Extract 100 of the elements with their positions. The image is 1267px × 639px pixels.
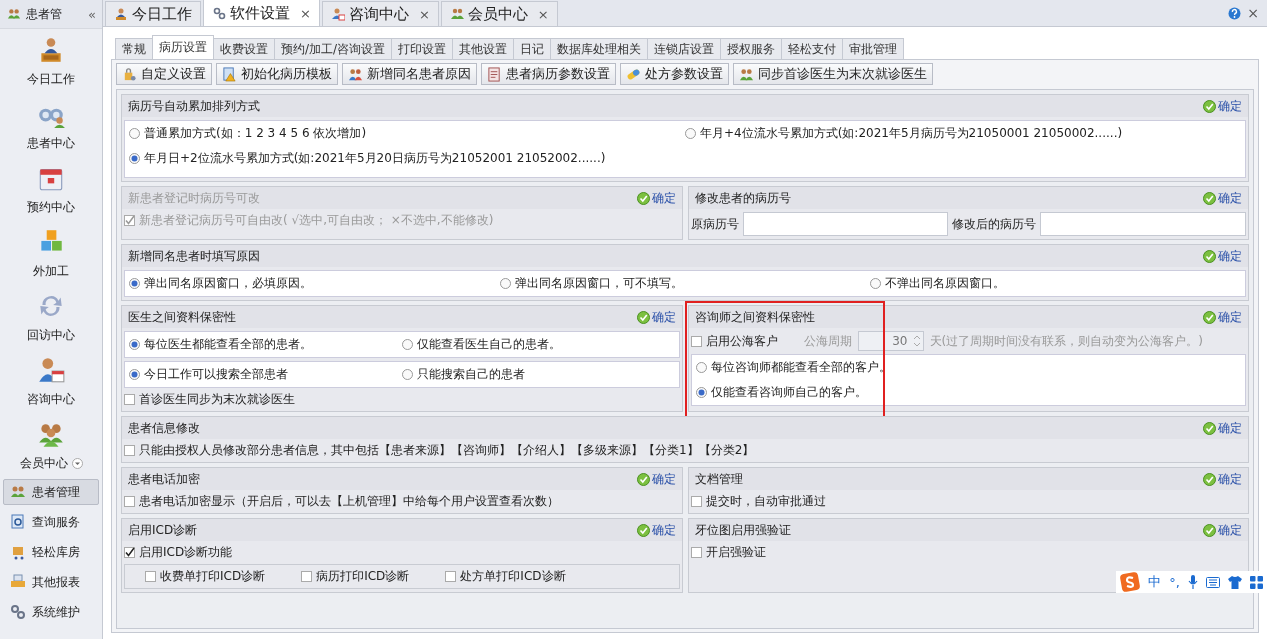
radio-button[interactable]: [685, 128, 696, 139]
confirm-button[interactable]: 确定: [1203, 247, 1242, 265]
nav-item[interactable]: 预约中心: [27, 198, 75, 216]
confirm-button[interactable]: 确定: [636, 521, 676, 539]
checkbox[interactable]: [690, 496, 702, 507]
close-icon[interactable]: ×: [300, 5, 311, 21]
checkbox[interactable]: [145, 571, 156, 582]
radio-button[interactable]: [129, 128, 140, 139]
grid-icon[interactable]: [1250, 575, 1263, 589]
sidebar-item[interactable]: 系统维护: [3, 599, 99, 625]
tab[interactable]: 预约/加工/咨询设置: [274, 38, 393, 59]
ime-logo-icon[interactable]: [1120, 572, 1141, 592]
ime-label[interactable]: 中: [1148, 573, 1162, 591]
sidebar-item[interactable]: 查询服务: [3, 509, 99, 535]
ime-label[interactable]: °,: [1169, 574, 1180, 590]
panel-title: 修改患者的病历号: [694, 189, 792, 207]
confirm-button[interactable]: 确定: [1203, 189, 1242, 207]
nav-item[interactable]: 会员中心: [19, 454, 68, 472]
radio-button[interactable]: [129, 369, 140, 380]
radio-button[interactable]: [129, 153, 140, 164]
radio-button[interactable]: [129, 339, 140, 350]
microphone-icon[interactable]: [1188, 575, 1198, 589]
input-field[interactable]: [1040, 212, 1246, 236]
toolbar-button[interactable]: 自定义设置: [116, 63, 212, 85]
tab[interactable]: 连锁店设置: [647, 38, 722, 59]
tab[interactable]: 其他设置: [452, 38, 515, 59]
keyboard-icon[interactable]: [1206, 576, 1220, 588]
tab[interactable]: 会员中心 ×: [440, 1, 558, 26]
radio-button[interactable]: [401, 339, 413, 350]
checkbox[interactable]: [124, 445, 135, 456]
tab[interactable]: 常规: [115, 38, 153, 59]
radio-button[interactable]: [695, 387, 707, 398]
desk-person-icon: [114, 7, 128, 21]
input-field[interactable]: [742, 212, 949, 236]
radio-button[interactable]: [129, 278, 140, 289]
toolbar-button[interactable]: 初始化病历模板: [216, 63, 338, 85]
nav-item[interactable]: 外加工: [33, 262, 69, 280]
tab[interactable]: 打印设置: [391, 38, 454, 59]
help-icon[interactable]: [1228, 6, 1242, 20]
tab[interactable]: 轻松支付: [781, 38, 844, 59]
nav-item[interactable]: 咨询中心: [27, 390, 75, 408]
tab[interactable]: 数据库处理相关: [550, 38, 649, 59]
checkbox[interactable]: [301, 571, 313, 582]
nav-item[interactable]: 今日工作: [27, 70, 75, 88]
checkbox[interactable]: [445, 571, 457, 582]
collapse-button[interactable]: «: [88, 6, 96, 22]
people-icon: [348, 66, 363, 82]
checkbox-label: 只能由授权人员修改部分患者信息，其中包括【患者来源】【咨询师】【介绍人】【多级来源】【分类1】【分类2】: [139, 442, 755, 459]
radio-button[interactable]: [695, 362, 707, 373]
checkbox[interactable]: [690, 547, 702, 558]
toolbar-button[interactable]: 患者病历参数设置: [481, 63, 616, 85]
option-label: 仅能查看医生自己的患者。: [416, 336, 561, 353]
confirm-button[interactable]: 确定: [636, 308, 676, 326]
checkbox-label: 处方单打印ICD诊断: [460, 568, 566, 585]
tab[interactable]: 审批管理: [842, 38, 905, 59]
check-icon: [1203, 472, 1216, 486]
tab[interactable]: 咨询中心 ×: [321, 1, 439, 26]
confirm-button[interactable]: 确定: [1203, 419, 1242, 437]
checkbox-label: 新患者登记病历号可自由改( √选中,可自由改； ×不选中,不能修改): [139, 212, 494, 229]
tab[interactable]: 收费设置: [213, 38, 275, 59]
check-icon: [636, 523, 650, 537]
radio-button[interactable]: [870, 278, 882, 289]
shirt-icon[interactable]: [1228, 575, 1242, 589]
confirm-button[interactable]: 确定: [1203, 97, 1242, 115]
checkbox[interactable]: [124, 547, 135, 558]
checkbox[interactable]: [124, 496, 135, 507]
toolbar-button[interactable]: 新增同名患者原因: [342, 63, 477, 85]
confirm-button[interactable]: 确定: [1203, 308, 1242, 326]
toolbar-button[interactable]: 处方参数设置: [620, 63, 729, 85]
dropdown-icon[interactable]: [71, 457, 83, 469]
close-icon[interactable]: ×: [418, 6, 430, 22]
close-icon[interactable]: ×: [537, 6, 549, 22]
panel-title: 病历号自动累加排列方式: [128, 97, 261, 115]
box-cart-icon: [10, 544, 26, 560]
tab[interactable]: 软件设置 ×: [203, 0, 320, 26]
checkbox-label: 病历打印ICD诊断: [316, 568, 410, 585]
radio-button[interactable]: [401, 369, 413, 380]
check-icon: [636, 310, 650, 324]
confirm-button[interactable]: 确定: [1203, 521, 1242, 539]
tab[interactable]: 日记: [513, 38, 552, 59]
tab[interactable]: 授权服务: [720, 38, 783, 59]
checkbox-label: 提交时，自动审批通过: [705, 493, 826, 510]
toolbar-button[interactable]: 同步首诊医生为末次就诊医生: [733, 63, 933, 85]
confirm-button[interactable]: 确定: [1203, 470, 1242, 488]
option-label: 年月日+2位流水号累加方式(如:2021年5月20日病历号为21052001 21052002......): [144, 150, 606, 167]
nav-item[interactable]: 患者中心: [27, 134, 75, 152]
option-label: 今日工作可以搜索全部患者: [144, 366, 288, 383]
checkbox[interactable]: [124, 394, 135, 405]
sidebar-item[interactable]: 轻松库房: [3, 539, 99, 565]
check-icon: [1203, 99, 1216, 113]
radio-button[interactable]: [499, 278, 511, 289]
nav-item[interactable]: 回访中心: [27, 326, 75, 344]
confirm-button[interactable]: 确定: [636, 470, 676, 488]
check-icon: [1203, 523, 1216, 537]
panel-title: 启用ICD诊断: [128, 521, 199, 539]
close-button[interactable]: ×: [1247, 5, 1259, 21]
tab[interactable]: 今日工作: [105, 1, 201, 26]
sidebar-item[interactable]: 患者管理: [3, 479, 99, 505]
sidebar-item[interactable]: 其他报表: [3, 569, 99, 595]
checkbox-label: 患者电话加密显示（开启后，可以去【上机管理】中给每个用户设置查看次数）: [139, 493, 559, 510]
